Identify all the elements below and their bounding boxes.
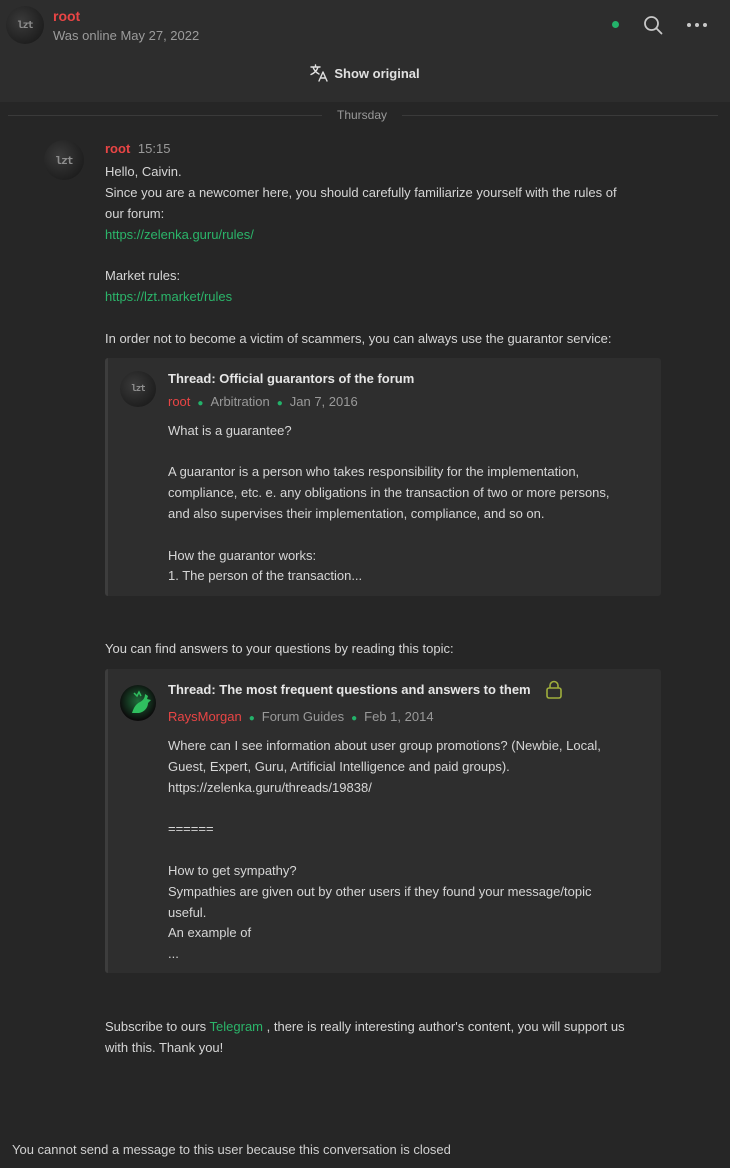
- quote-line: ...: [168, 946, 179, 961]
- quote-line: How to get sympathy?: [168, 863, 297, 878]
- show-original-button[interactable]: Show original: [0, 64, 730, 82]
- translate-icon: [310, 64, 329, 82]
- quote-line: and also supervises their implementation…: [168, 506, 545, 521]
- quote-line: useful.: [168, 905, 207, 920]
- quote-line: Where can I see information about user g…: [168, 738, 601, 753]
- quote-line: An example of: [168, 925, 252, 940]
- subscribe-line: Subscribe to ours Telegram , there is re…: [105, 1019, 625, 1034]
- questions-intro: You can find answers to your questions b…: [105, 641, 454, 656]
- quote-thread-title[interactable]: Thread: Official guarantors of the forum: [168, 371, 414, 386]
- show-original-label: Show original: [334, 66, 420, 81]
- quote-line: Sympathies are given out by other users …: [168, 884, 592, 899]
- market-rules-link[interactable]: https://lzt.market/rules: [105, 289, 232, 304]
- divider: [402, 115, 718, 116]
- message-line: our forum:: [105, 206, 165, 221]
- subscribe-text: , there is really interesting author's c…: [263, 1019, 625, 1034]
- more-icon[interactable]: [686, 15, 708, 35]
- message-author[interactable]: root: [105, 141, 130, 156]
- conversation-header: lzt root Was online May 27, 2022 Show or…: [0, 0, 730, 102]
- meta-separator: ●: [197, 398, 204, 409]
- meta-separator: ●: [351, 713, 358, 724]
- lock-icon: [546, 680, 562, 699]
- quote-line: What is a guarantee?: [168, 423, 292, 438]
- avatar-logo: lzt: [17, 19, 33, 31]
- avatar-logo: lzt: [131, 384, 145, 394]
- quote-line: ======: [168, 821, 214, 836]
- quote-author[interactable]: root: [168, 394, 190, 409]
- quote-meta: RaysMorgan ● Forum Guides ● Feb 1, 2014: [168, 709, 434, 724]
- divider: [8, 115, 322, 116]
- quote-line: 1. The person of the transaction...: [168, 568, 363, 583]
- quote-section[interactable]: Forum Guides: [262, 709, 344, 724]
- message-line: Since you are a newcomer here, you shoul…: [105, 185, 617, 200]
- subscribe-line: with this. Thank you!: [105, 1040, 224, 1055]
- guarantor-intro: In order not to become a victim of scamm…: [105, 331, 612, 346]
- quote-author-avatar[interactable]: [120, 685, 156, 721]
- user-name[interactable]: root: [53, 8, 80, 24]
- day-separator: Thursday: [0, 108, 730, 124]
- quote-line: A guarantor is a person who takes respon…: [168, 464, 580, 479]
- quote-author[interactable]: RaysMorgan: [168, 709, 242, 724]
- subscribe-text: Subscribe to ours: [105, 1019, 210, 1034]
- market-rules-label: Market rules:: [105, 268, 181, 283]
- quote-author-avatar[interactable]: lzt: [120, 371, 156, 407]
- quote-thread-title[interactable]: Thread: The most frequent questions and …: [168, 682, 531, 697]
- rooster-logo-icon: [132, 690, 151, 713]
- avatar-logo: lzt: [55, 153, 74, 167]
- message-line: Hello, Caivin.: [105, 164, 182, 179]
- quote-date: Feb 1, 2014: [364, 709, 434, 724]
- quote-line: compliance, etc. e. any obligations in t…: [168, 485, 610, 500]
- user-avatar[interactable]: lzt: [6, 6, 44, 44]
- quote-line: https://zelenka.guru/threads/19838/: [168, 780, 372, 795]
- quote-line: How the guarantor works:: [168, 548, 317, 563]
- quote-date: Jan 7, 2016: [289, 394, 358, 409]
- meta-separator: ●: [276, 398, 283, 409]
- rules-link[interactable]: https://zelenka.guru/rules/: [105, 227, 254, 242]
- message-header: root 15:15: [105, 141, 170, 156]
- online-indicator: [612, 21, 619, 28]
- message-time: 15:15: [137, 141, 171, 156]
- telegram-link[interactable]: Telegram: [210, 1019, 263, 1034]
- quote-section[interactable]: Arbitration: [210, 394, 269, 409]
- quote-meta: root ● Arbitration ● Jan 7, 2016: [168, 394, 358, 409]
- day-label: Thursday: [336, 108, 388, 122]
- quote-line: Guest, Expert, Guru, Artificial Intellig…: [168, 759, 510, 774]
- search-icon[interactable]: [643, 15, 663, 35]
- meta-separator: ●: [248, 713, 255, 724]
- last-seen-status: Was online May 27, 2022: [53, 28, 200, 43]
- message-avatar[interactable]: lzt: [44, 140, 84, 180]
- conversation-closed-note: You cannot send a message to this user b…: [12, 1142, 451, 1157]
